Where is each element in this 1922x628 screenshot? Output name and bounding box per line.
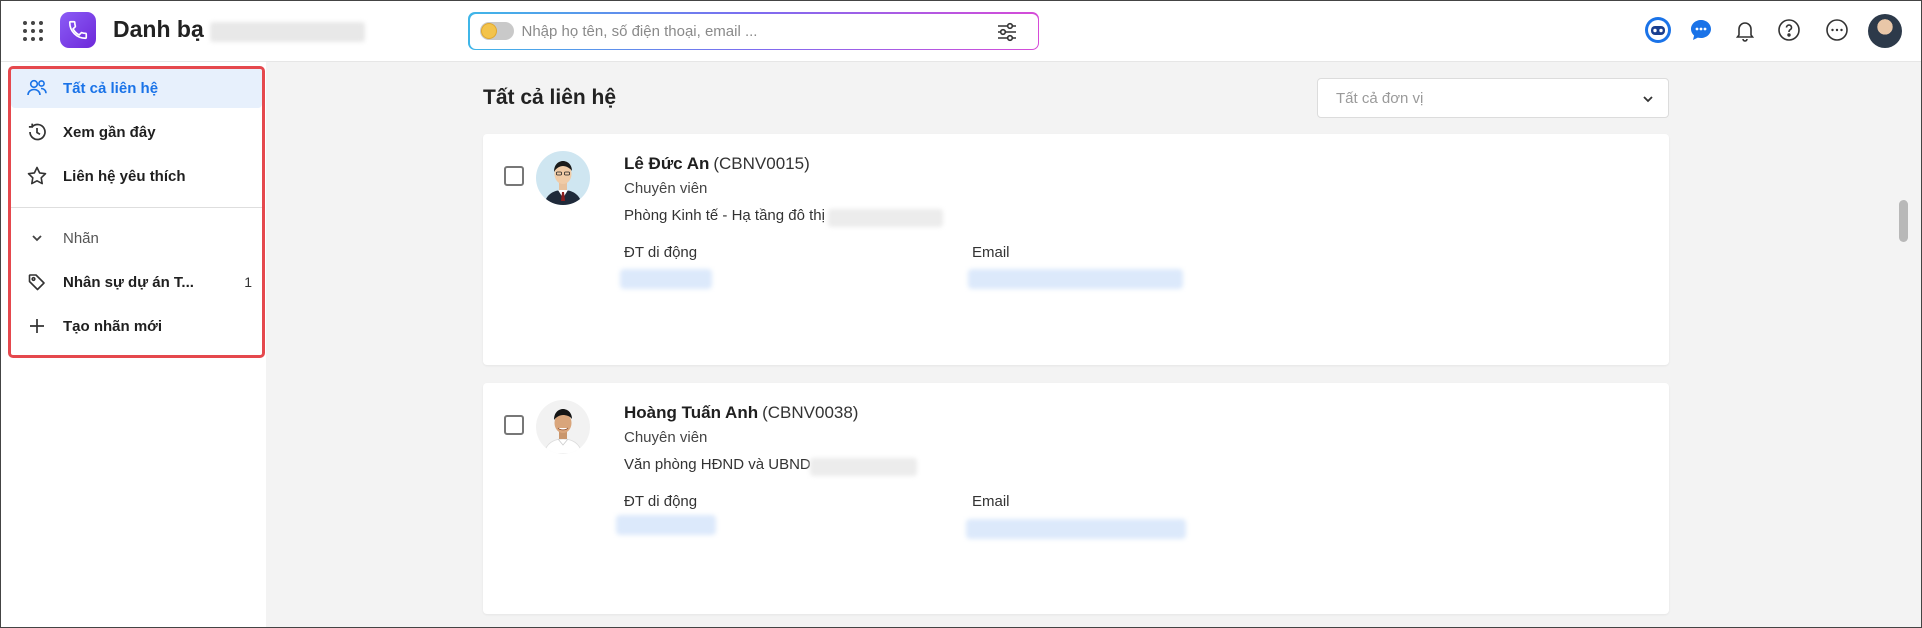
sidebar-divider	[11, 207, 262, 208]
page-title: Tất cả liên hệ	[483, 86, 617, 109]
search-input[interactable]	[521, 19, 962, 44]
contact-name[interactable]: Lê Đức An (CBNV0015)	[624, 154, 810, 174]
email-value[interactable]	[966, 519, 1186, 539]
contact-position: Chuyên viên	[624, 180, 708, 197]
app-title: Danh bạ	[113, 16, 204, 42]
contact-department: Phòng Kinh tế - Hạ tầng đô thị	[624, 207, 825, 224]
help-icon[interactable]	[1775, 16, 1803, 44]
top-header: Danh bạ	[0, 0, 1922, 62]
sidebar-item-favorites[interactable]: Liên hệ yêu thích	[11, 156, 262, 196]
bell-icon[interactable]	[1731, 16, 1759, 44]
ai-assistant-icon[interactable]	[1644, 16, 1672, 44]
contacts-icon	[11, 77, 63, 99]
contact-photo	[536, 400, 590, 454]
labels-section-toggle[interactable]: Nhãn	[11, 218, 262, 258]
create-label-text: Tạo nhãn mới	[63, 317, 163, 335]
apps-grid-icon[interactable]	[22, 20, 44, 42]
tag-icon	[11, 272, 63, 292]
contact-card[interactable]: Hoàng Tuấn Anh (CBNV0038) Chuyên viên Văn…	[483, 383, 1669, 614]
user-avatar[interactable]	[1868, 14, 1902, 48]
search-box	[468, 12, 1039, 50]
plus-icon	[11, 316, 63, 336]
redacted-org-name	[210, 22, 365, 42]
email-value[interactable]	[968, 269, 1183, 289]
contact-card[interactable]: Lê Đức An (CBNV0015) Chuyên viên Phòng Ki…	[483, 134, 1669, 365]
star-icon	[11, 165, 63, 187]
phone-label: ĐT di động	[624, 244, 698, 261]
more-icon[interactable]	[1823, 16, 1851, 44]
sidebar-item-recent[interactable]: Xem gần đây	[11, 112, 262, 152]
scrollbar-thumb[interactable]	[1899, 200, 1908, 242]
contact-name-text: Lê Đức An	[624, 154, 710, 173]
contact-name[interactable]: Hoàng Tuấn Anh (CBNV0038)	[624, 403, 858, 423]
unit-filter-placeholder: Tất cả đơn vị	[1336, 90, 1424, 107]
contact-photo	[536, 151, 590, 205]
sidebar-item-label: Xem gần đây	[63, 123, 156, 141]
chevron-down-icon	[11, 230, 63, 246]
email-label: Email	[972, 244, 1010, 261]
sidebar-item-tag[interactable]: Nhân sự dự án T... 1	[11, 262, 262, 302]
phone-app-icon[interactable]	[60, 12, 96, 48]
contact-checkbox[interactable]	[504, 166, 524, 186]
chat-icon[interactable]	[1687, 16, 1715, 44]
contact-department: Văn phòng HĐND và UBND	[624, 456, 811, 473]
history-icon	[11, 121, 63, 143]
contact-code: (CBNV0038)	[762, 403, 859, 422]
phone-value[interactable]	[616, 515, 716, 535]
email-label: Email	[972, 493, 1010, 510]
unit-filter-select[interactable]: Tất cả đơn vị	[1317, 78, 1669, 118]
redacted-department-detail	[828, 209, 943, 227]
sidebar-item-all-contacts[interactable]: Tất cả liên hệ	[11, 68, 262, 108]
contact-name-text: Hoàng Tuấn Anh	[624, 403, 759, 422]
redacted-department-detail	[810, 458, 917, 476]
sidebar-item-label: Liên hệ yêu thích	[63, 167, 186, 185]
sidebar-item-label: Nhân sự dự án T...	[63, 273, 194, 291]
ai-search-toggle[interactable]	[479, 21, 514, 40]
sidebar-item-label: Tất cả liên hệ	[63, 79, 159, 97]
phone-value[interactable]	[620, 269, 712, 289]
tag-count: 1	[244, 274, 252, 290]
sidebar: Tất cả liên hệ Xem gần đây Liên hệ yêu t…	[0, 62, 266, 628]
create-label-button[interactable]: Tạo nhãn mới	[11, 306, 262, 346]
phone-label: ĐT di động	[624, 493, 698, 510]
chevron-down-icon	[1640, 91, 1656, 112]
toggle-knob	[481, 23, 496, 38]
contact-position: Chuyên viên	[624, 429, 708, 446]
filter-sliders-icon[interactable]	[996, 21, 1018, 43]
labels-section-title: Nhãn	[63, 229, 99, 247]
contact-code: (CBNV0015)	[713, 154, 810, 173]
contact-checkbox[interactable]	[504, 415, 524, 435]
